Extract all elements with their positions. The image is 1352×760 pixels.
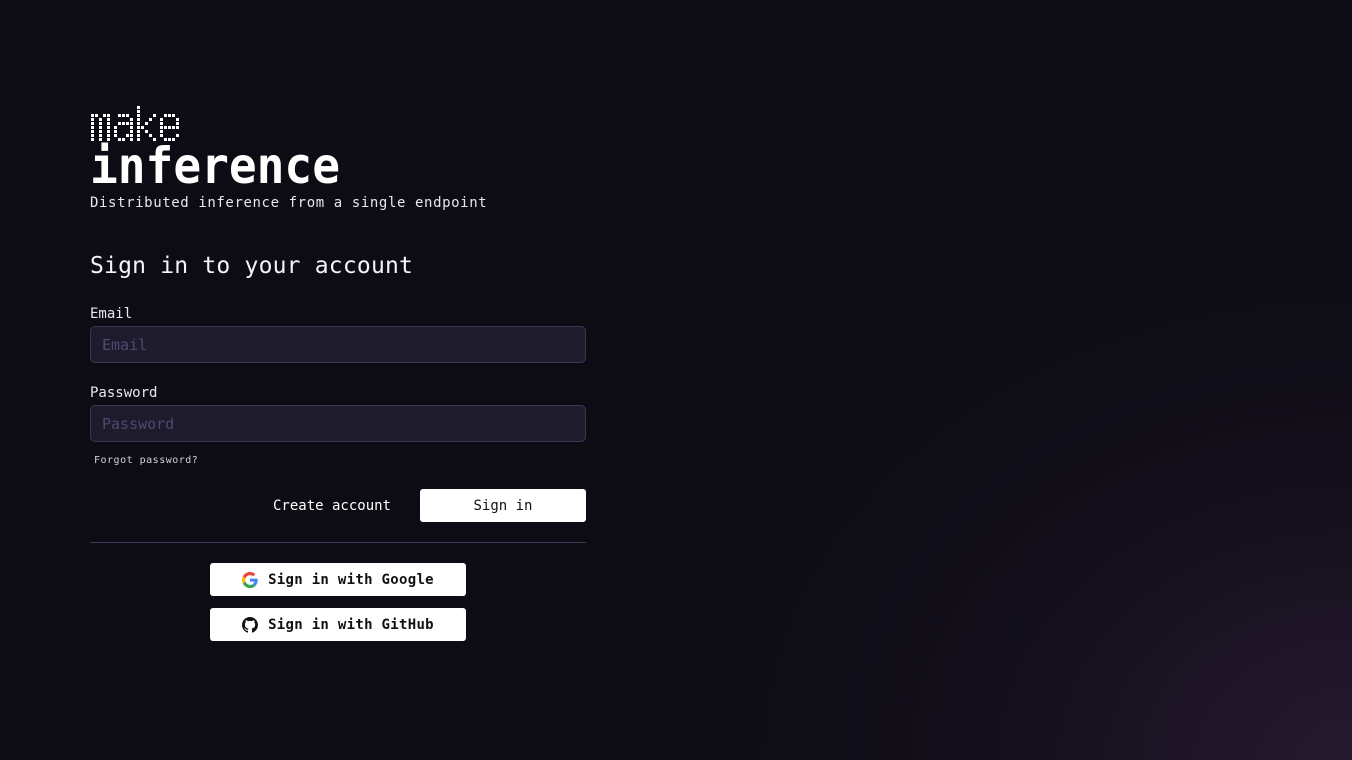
password-input[interactable]	[90, 405, 586, 442]
github-sign-in-label: Sign in with GitHub	[268, 616, 434, 633]
logo-pixel	[145, 122, 148, 125]
logo-pixel	[122, 114, 125, 117]
logo-pixel	[137, 110, 140, 113]
logo-pixel	[99, 130, 102, 133]
logo-pixel	[176, 122, 179, 125]
email-field-group: Email	[90, 306, 586, 363]
logo-pixel	[118, 122, 121, 125]
page-title: Sign in to your account	[90, 253, 414, 279]
logo-pixel	[99, 126, 102, 129]
logo-pixel	[107, 130, 110, 133]
tagline: Distributed inference from a single endp…	[90, 195, 488, 211]
create-account-button[interactable]: Create account	[273, 498, 391, 514]
forgot-password-link[interactable]: Forgot password?	[94, 455, 198, 466]
logo-pixel	[107, 126, 110, 129]
sign-in-button[interactable]: Sign in	[420, 489, 586, 522]
logo-pixel	[91, 130, 94, 133]
logo-pixel	[130, 130, 133, 133]
logo-pixel	[172, 114, 175, 117]
logo-pixel	[137, 106, 140, 109]
sign-in-panel: inference make Distributed inference fro…	[90, 104, 586, 641]
email-label: Email	[90, 306, 133, 322]
logo-pixel	[118, 114, 121, 117]
logo-pixel	[145, 130, 148, 133]
logo-pixel	[130, 122, 133, 125]
oauth-buttons: Sign in with Google Sign in with GitHub	[90, 563, 586, 641]
logo-pixel	[176, 126, 179, 129]
logo-pixel	[160, 130, 163, 133]
logo-pixel	[91, 126, 94, 129]
divider	[90, 542, 586, 543]
logo-pixel	[137, 122, 140, 125]
logo-pixel	[137, 126, 140, 129]
logo-line-inference: inference	[90, 137, 340, 186]
logo-pixel	[99, 122, 102, 125]
logo-pixel	[160, 122, 163, 125]
google-icon	[242, 571, 258, 588]
logo-pixel	[107, 122, 110, 125]
logo-pixel	[164, 114, 167, 117]
logo-pixel	[137, 114, 140, 117]
logo-pixel	[141, 126, 144, 129]
logo-pixel	[130, 126, 133, 129]
password-field-group: Password	[90, 385, 586, 442]
logo-pixel	[130, 118, 133, 121]
form-actions: Create account Sign in	[90, 489, 586, 522]
google-sign-in-label: Sign in with Google	[268, 571, 434, 588]
logo-pixel	[160, 126, 163, 129]
logo-pixel	[168, 126, 171, 129]
logo-pixel	[153, 114, 156, 117]
logo-pixel	[168, 114, 171, 117]
logo-pixel	[107, 118, 110, 121]
logo-pixel	[176, 118, 179, 121]
logo-pixel	[137, 130, 140, 133]
password-label: Password	[90, 385, 158, 401]
logo-pixel	[164, 126, 167, 129]
logo-pixel	[137, 118, 140, 121]
email-input[interactable]	[90, 326, 586, 363]
google-sign-in-button[interactable]: Sign in with Google	[210, 563, 466, 596]
github-icon	[242, 616, 259, 633]
logo-pixel	[107, 114, 110, 117]
logo-pixel	[95, 114, 98, 117]
logo-pixel	[91, 114, 94, 117]
logo-pixel	[149, 118, 152, 121]
logo-pixel	[172, 126, 175, 129]
make-inference-logo: inference make	[90, 106, 340, 186]
logo-pixel	[91, 118, 94, 121]
logo-pixel	[114, 126, 117, 129]
logo-pixel	[114, 130, 117, 133]
github-sign-in-button[interactable]: Sign in with GitHub	[210, 608, 466, 641]
logo-pixel	[126, 114, 129, 117]
logo-pixel	[99, 118, 102, 121]
logo-pixel	[160, 118, 163, 121]
logo-pixel	[103, 114, 106, 117]
logo-pixel	[122, 122, 125, 125]
logo-pixel	[91, 122, 94, 125]
logo-pixel	[126, 122, 129, 125]
